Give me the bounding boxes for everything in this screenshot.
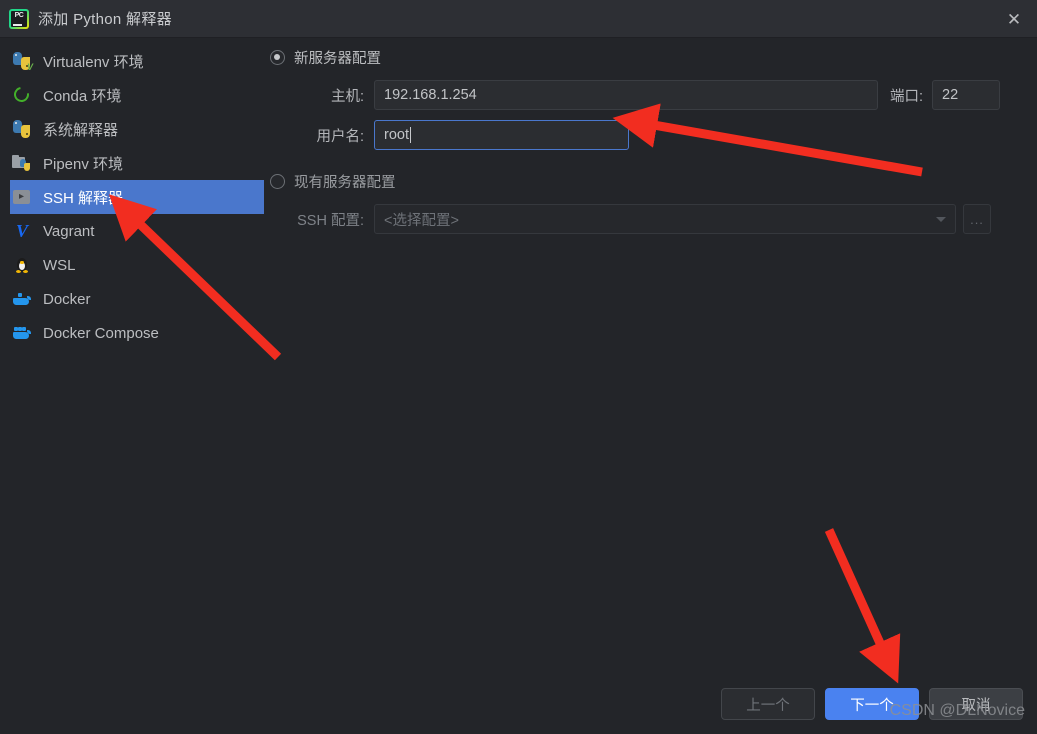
title-bar: PC 添加 Python 解释器 ✕	[0, 0, 1037, 38]
port-field-group: 端口: 22	[890, 80, 1001, 110]
ssh-config-browse-button[interactable]: ...	[963, 204, 991, 234]
new-server-config-radio[interactable]	[270, 49, 285, 65]
sidebar-item-vagrant[interactable]: V Vagrant	[0, 214, 268, 248]
sidebar-item-label: Pipenv 环境	[43, 155, 124, 173]
chevron-down-icon	[936, 217, 946, 222]
sidebar-item-virtualenv[interactable]: V Virtualenv 环境	[0, 44, 268, 78]
ssh-interpreter-panel: 新服务器配置 主机: 192.168.1.254 端口: 22 用户名: roo…	[270, 44, 1037, 234]
dialog-footer: 上一个 下一个 取消	[721, 688, 1023, 720]
ssh-config-dropdown[interactable]: <选择配置>	[374, 204, 956, 234]
sidebar-item-pipenv[interactable]: Pipenv 环境	[0, 146, 268, 180]
port-label: 端口:	[890, 88, 924, 105]
username-input[interactable]: root	[374, 120, 629, 150]
pipenv-folder-icon	[12, 153, 32, 173]
page-title: 添加 Python 解释器	[38, 11, 172, 28]
close-icon[interactable]: ✕	[991, 0, 1037, 38]
previous-button[interactable]: 上一个	[721, 688, 815, 720]
docker-compose-icon	[12, 323, 32, 343]
pycharm-icon: PC	[9, 8, 29, 29]
username-input-value: root	[384, 127, 409, 143]
text-caret	[410, 127, 411, 143]
ssh-config-field-row: SSH 配置: <选择配置> ...	[270, 204, 1037, 234]
docker-whale-icon	[12, 289, 32, 309]
sidebar-item-label: Conda 环境	[43, 87, 122, 105]
host-field-row: 主机: 192.168.1.254 端口: 22	[270, 80, 1037, 110]
sidebar-item-docker-compose[interactable]: Docker Compose	[0, 316, 268, 350]
browse-button-label: ...	[970, 211, 984, 227]
new-server-config-label: 新服务器配置	[294, 50, 381, 67]
sidebar-item-label: Virtualenv 环境	[43, 53, 144, 71]
existing-server-config-row[interactable]: 现有服务器配置	[270, 168, 1037, 194]
wsl-penguin-icon	[12, 255, 32, 275]
sidebar-item-label: Docker	[43, 290, 91, 308]
existing-server-config-label: 现有服务器配置	[294, 174, 396, 191]
new-server-config-row[interactable]: 新服务器配置	[270, 44, 1037, 70]
interpreter-type-sidebar: V Virtualenv 环境 Conda 环境 系统解释器 Pipenv 环境…	[0, 44, 268, 350]
username-field-row: 用户名: root	[270, 120, 1037, 150]
sidebar-item-label: Vagrant	[43, 222, 95, 240]
sidebar-item-label: 系统解释器	[43, 121, 119, 139]
host-input-value: 192.168.1.254	[384, 87, 477, 103]
ssh-config-label: SSH 配置:	[297, 212, 364, 229]
add-python-interpreter-dialog: PC 添加 Python 解释器 ✕ V Virtualenv 环境 Conda…	[0, 0, 1037, 734]
vagrant-icon: V	[15, 221, 28, 241]
username-label: 用户名:	[316, 128, 364, 145]
port-input[interactable]: 22	[932, 80, 1001, 110]
sidebar-item-label: SSH 解释器	[43, 189, 124, 207]
cancel-button[interactable]: 取消	[929, 688, 1023, 720]
python-virtualenv-icon: V	[12, 51, 33, 72]
host-label: 主机:	[330, 88, 364, 105]
existing-server-config-radio[interactable]	[270, 173, 285, 189]
next-button-label: 下一个	[850, 697, 894, 714]
sidebar-item-docker[interactable]: Docker	[0, 282, 268, 316]
next-button[interactable]: 下一个	[825, 688, 919, 720]
sidebar-item-label: Docker Compose	[43, 324, 159, 342]
conda-icon	[11, 84, 32, 105]
sidebar-item-ssh-interpreter[interactable]: ▸ SSH 解释器	[10, 180, 264, 214]
sidebar-item-wsl[interactable]: WSL	[0, 248, 268, 282]
ssh-terminal-icon: ▸	[12, 187, 32, 207]
sidebar-item-system-interpreter[interactable]: 系统解释器	[0, 112, 268, 146]
sidebar-item-conda[interactable]: Conda 环境	[0, 78, 268, 112]
cancel-button-label: 取消	[961, 697, 991, 714]
port-input-value: 22	[942, 87, 959, 103]
host-input[interactable]: 192.168.1.254	[374, 80, 878, 110]
ssh-config-value: <选择配置>	[384, 212, 459, 229]
previous-button-label: 上一个	[746, 697, 790, 714]
sidebar-item-label: WSL	[43, 256, 76, 274]
python-icon	[12, 119, 32, 139]
